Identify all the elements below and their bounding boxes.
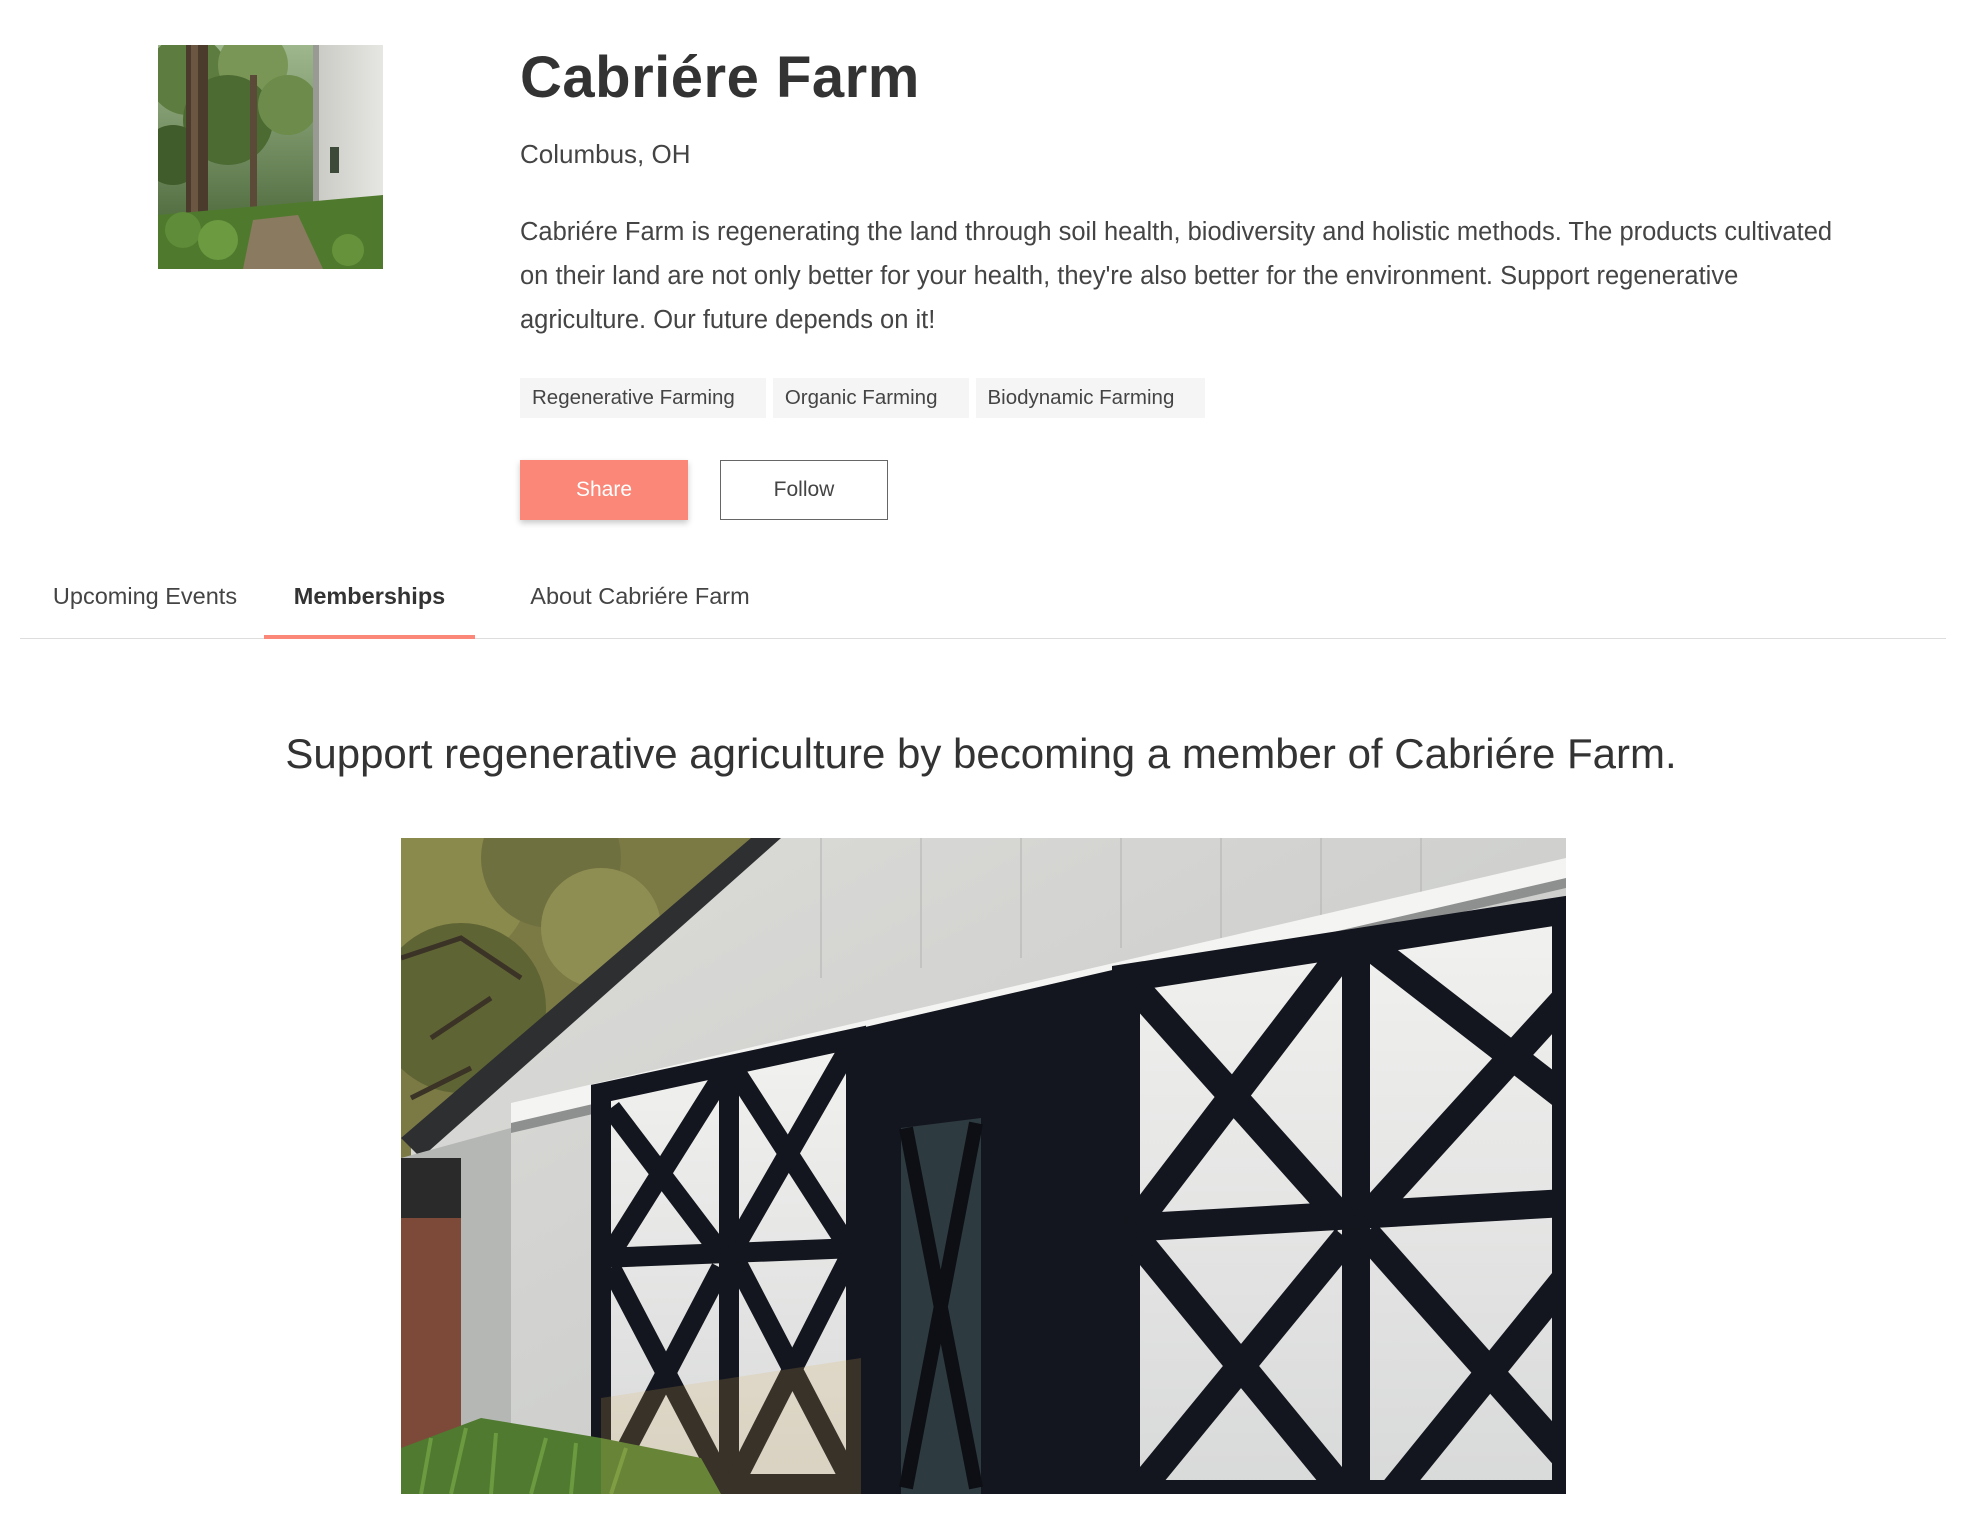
barn-photo <box>401 838 1566 1494</box>
farm-location: Columbus, OH <box>520 139 691 169</box>
memberships-heading: Support regenerative agriculture by beco… <box>285 730 1677 777</box>
tab-memberships-label: Memberships <box>293 583 446 609</box>
tag-organic-farming[interactable]: Organic Farming <box>772 378 969 418</box>
tag-biodynamic-farming[interactable]: Biodynamic Farming <box>975 378 1206 418</box>
follow-button[interactable]: Follow <box>720 460 888 520</box>
farm-name: Cabriére Farm <box>520 45 920 110</box>
tab-bar: Upcoming Events Memberships About Cabrié… <box>20 556 1946 639</box>
farm-tags: Regenerative Farming Organic Farming Bio… <box>520 378 1206 418</box>
tab-about[interactable]: About Cabriére Farm <box>498 556 782 638</box>
share-button[interactable]: Share <box>520 460 688 520</box>
tab-upcoming-events[interactable]: Upcoming Events <box>20 556 270 638</box>
active-tab-indicator <box>264 635 475 639</box>
tab-memberships[interactable]: Memberships <box>264 556 475 639</box>
tag-regenerative-farming[interactable]: Regenerative Farming <box>520 378 766 418</box>
farm-description: Cabriére Farm is regenerating the land t… <box>520 218 1833 334</box>
farm-profile-photo <box>158 45 383 269</box>
